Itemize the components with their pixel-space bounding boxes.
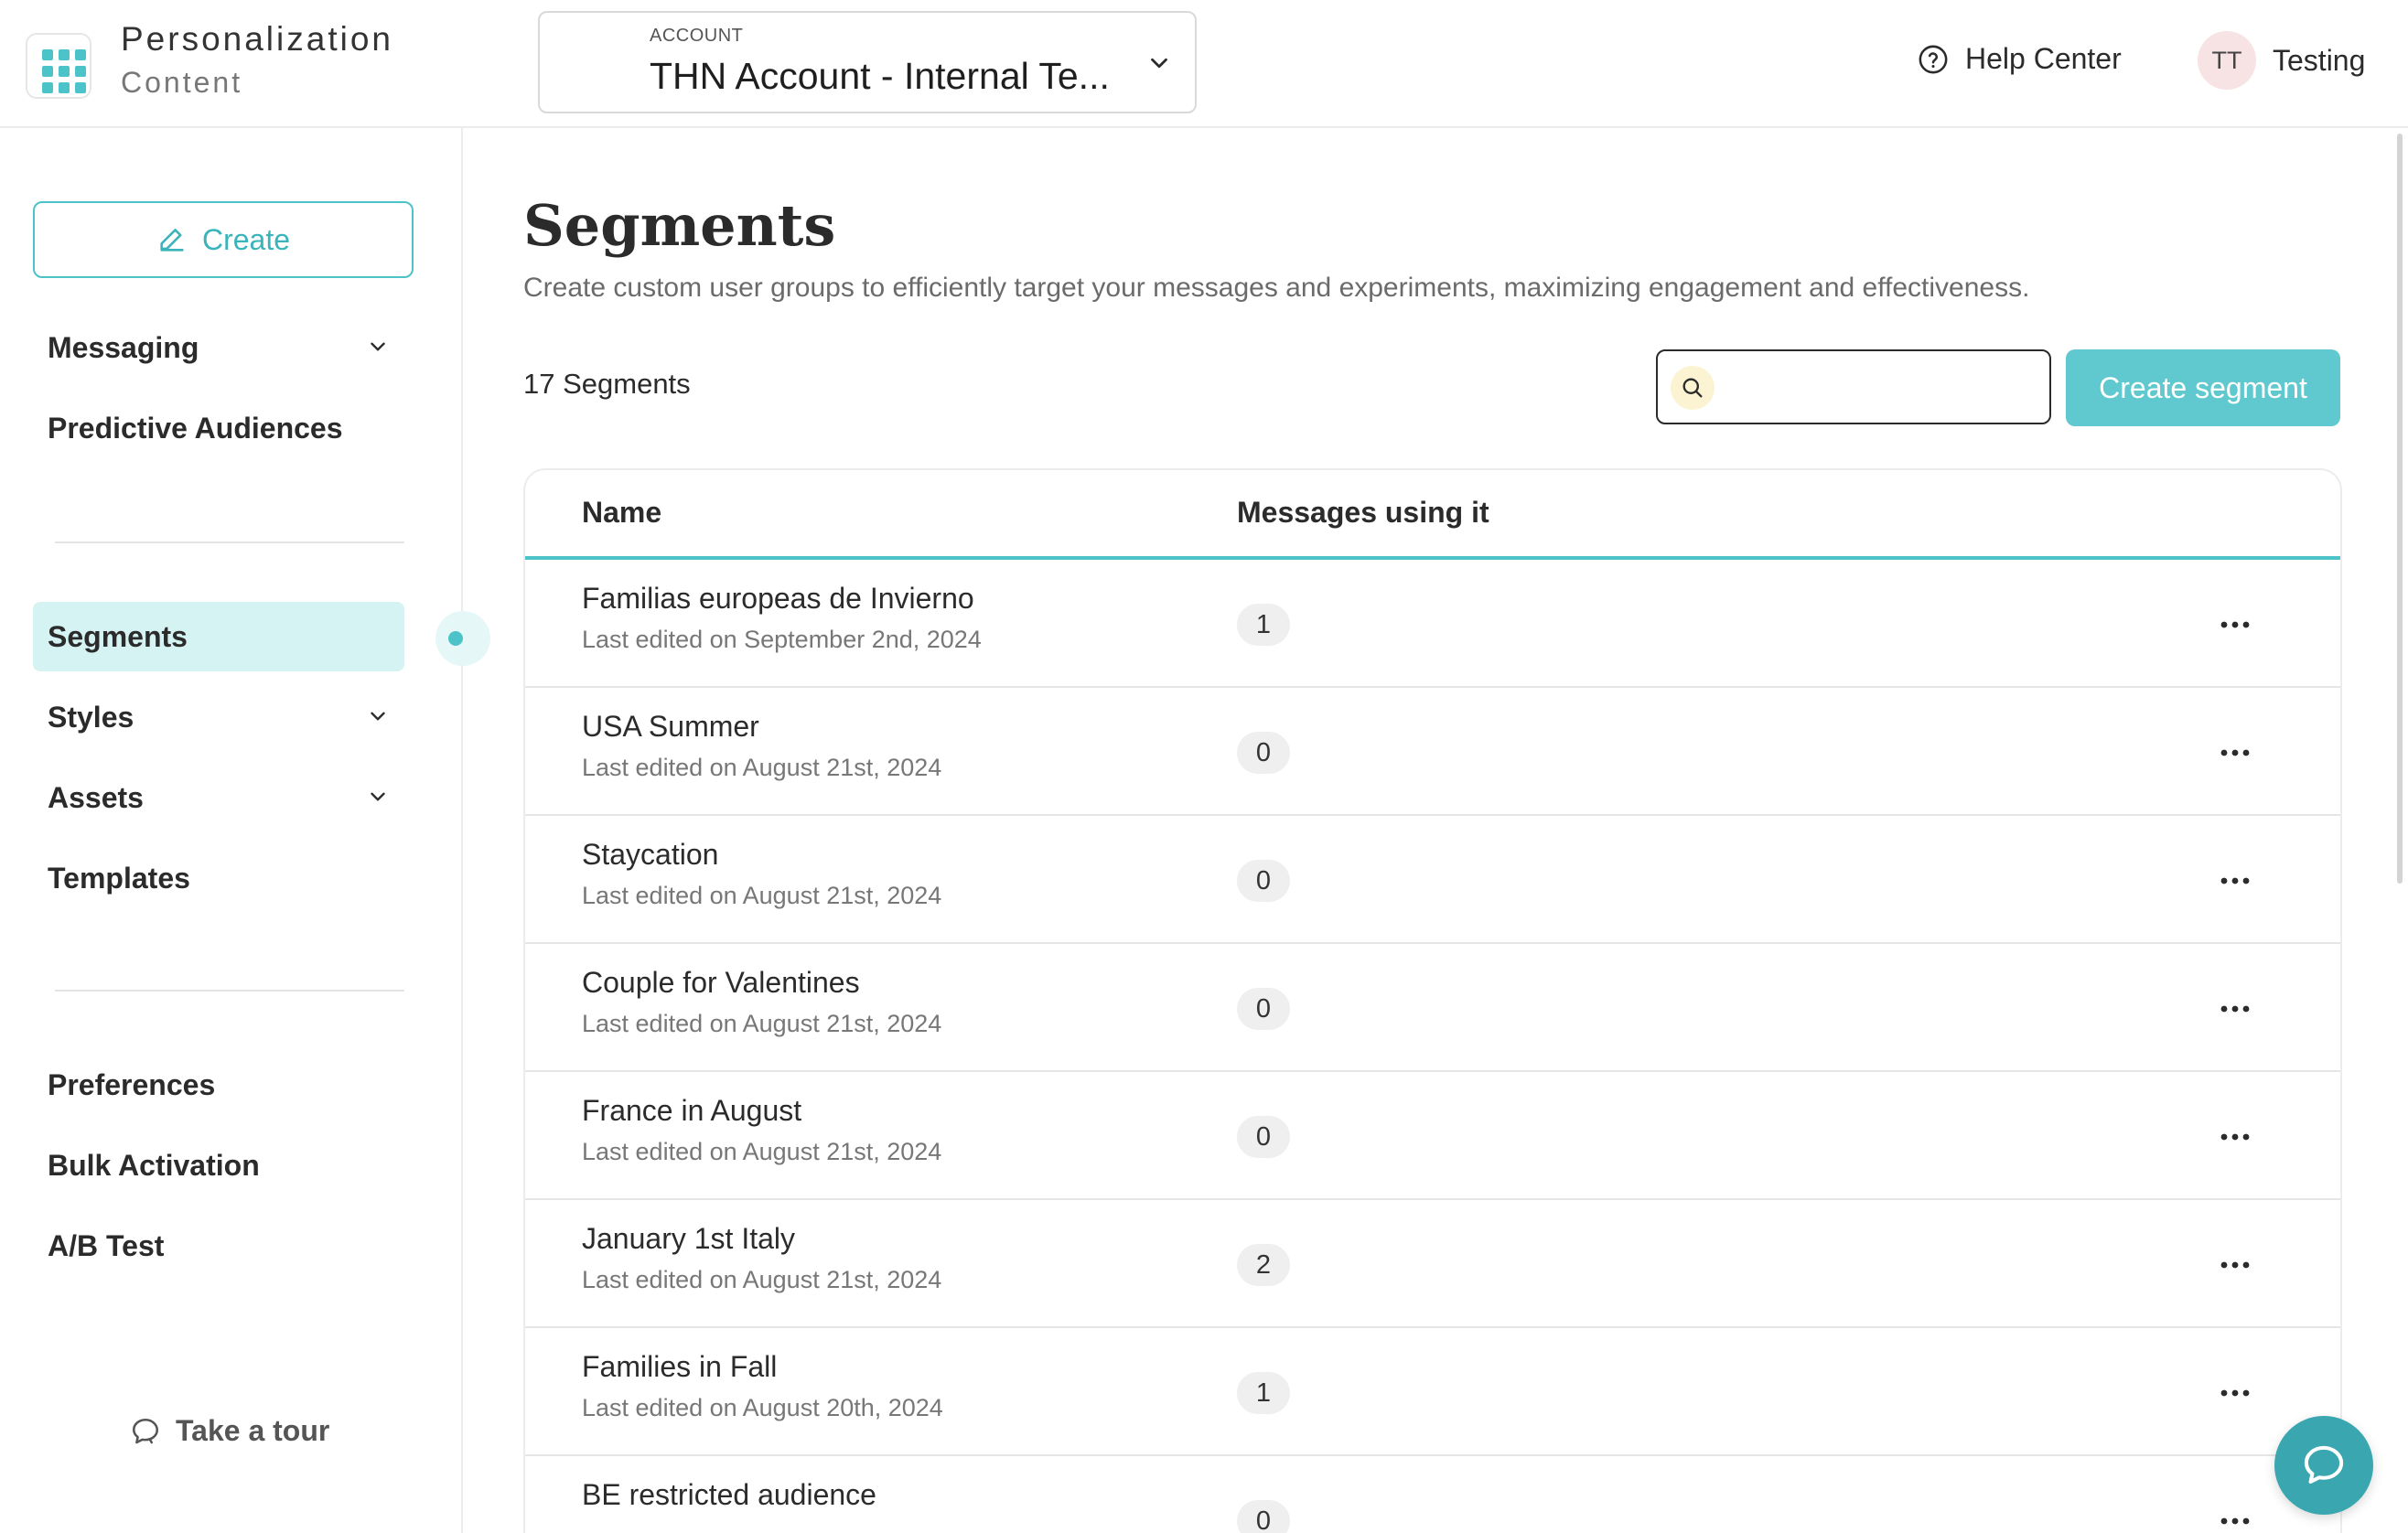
segment-name[interactable]: January 1st Italy [582,1222,795,1256]
more-horizontal-icon[interactable] [2212,867,2258,895]
sidebar-item-label: Segments [48,619,188,653]
chevron-down-icon [371,342,385,351]
table-row[interactable]: Families in Fall Last edited on August 2… [525,1328,2340,1456]
segments-table: Name Messages using it Familias europeas… [523,468,2342,1533]
message-count-badge: 0 [1237,1116,1290,1158]
create-button-label: Create [201,222,291,256]
take-a-tour-button[interactable]: Take a tour [128,1414,329,1448]
segment-edited-date: Last edited on August 21st, 2024 [582,754,942,781]
column-header-messages[interactable]: Messages using it [1237,496,1489,530]
segment-name[interactable]: Couple for Valentines [582,966,860,1000]
table-row[interactable]: France in August Last edited on August 2… [525,1072,2340,1200]
table-row[interactable]: BE restricted audience 0 [525,1456,2340,1533]
segment-edited-date: Last edited on September 2nd, 2024 [582,626,982,653]
take-a-tour-label: Take a tour [176,1414,330,1447]
app-section: Content [121,66,243,99]
table-row[interactable]: Staycation Last edited on August 21st, 2… [525,816,2340,944]
app-name: Personalization [121,20,393,58]
help-circle-icon [1919,45,1948,73]
chat-button[interactable] [2274,1416,2373,1515]
sidebar-item-ab-test[interactable]: A/B Test [33,1211,404,1281]
sidebar-item-label: Predictive Audiences [48,411,343,445]
table-header: Name Messages using it [525,470,2340,560]
sidebar-item-label: Bulk Activation [48,1148,260,1182]
chevron-down-icon [371,712,385,721]
table-row[interactable]: USA Summer Last edited on August 21st, 2… [525,688,2340,816]
sidebar-divider [55,541,404,543]
segment-name[interactable]: Staycation [582,838,718,872]
segment-edited-date: Last edited on August 21st, 2024 [582,1138,942,1165]
segment-edited-date: Last edited on August 21st, 2024 [582,1266,942,1293]
sidebar: Create Messaging Predictive Audiences Se… [0,128,463,1533]
main-content: Segments Create custom user groups to ef… [463,128,2408,1533]
sidebar-item-styles[interactable]: Styles [33,682,404,752]
tour-bubble-icon [132,1418,159,1443]
message-count-badge: 1 [1237,1372,1290,1414]
user-name: Testing [2273,43,2366,77]
sidebar-item-messaging[interactable]: Messaging [33,313,404,382]
message-count-badge: 1 [1237,604,1290,646]
page-title: Segments [523,192,836,259]
sidebar-item-preferences[interactable]: Preferences [33,1050,404,1120]
pencil-icon [160,229,184,252]
sidebar-item-label: Styles [48,700,134,734]
segment-name[interactable]: France in August [582,1094,801,1128]
segment-name[interactable]: Familias europeas de Invierno [582,582,974,616]
message-count-badge: 0 [1237,1500,1290,1533]
search-icon [1671,366,1715,410]
search-box[interactable] [1656,349,2051,424]
sidebar-item-label: Preferences [48,1067,216,1101]
column-header-name[interactable]: Name [582,496,661,530]
sidebar-item-assets[interactable]: Assets [33,763,404,832]
more-horizontal-icon[interactable] [2212,739,2258,766]
segment-count: 17 Segments [523,368,691,400]
more-horizontal-icon[interactable] [2212,1379,2258,1407]
account-selector[interactable]: ACCOUNT THN Account - Internal Te... [538,11,1197,113]
table-row[interactable]: January 1st Italy Last edited on August … [525,1200,2340,1328]
sidebar-item-bulk-activation[interactable]: Bulk Activation [33,1131,404,1200]
page-description: Create custom user groups to efficiently… [523,273,2030,303]
message-count-badge: 0 [1237,732,1290,774]
top-bar: Personalization Content ACCOUNT THN Acco… [0,0,2408,128]
sidebar-item-templates[interactable]: Templates [33,843,404,913]
search-input[interactable] [1724,360,2035,415]
sidebar-divider [55,990,404,992]
more-horizontal-icon[interactable] [2212,611,2258,638]
segment-edited-date: Last edited on August 21st, 2024 [582,1010,942,1037]
more-horizontal-icon[interactable] [2212,995,2258,1023]
chevron-down-icon [1151,58,1167,69]
chat-bubble-icon [2304,1445,2344,1485]
segment-name[interactable]: BE restricted audience [582,1478,876,1512]
more-horizontal-icon[interactable] [2212,1507,2258,1533]
sidebar-item-label: A/B Test [48,1228,165,1262]
more-horizontal-icon[interactable] [2212,1123,2258,1151]
account-value: THN Account - Internal Te... [650,55,1110,97]
sidebar-item-predictive-audiences[interactable]: Predictive Audiences [33,393,404,463]
message-count-badge: 0 [1237,860,1290,902]
create-button[interactable]: Create [33,201,414,278]
sidebar-item-label: Templates [48,861,190,895]
table-row[interactable]: Couple for Valentines Last edited on Aug… [525,944,2340,1072]
segment-name[interactable]: USA Summer [582,710,759,744]
message-count-badge: 2 [1237,1244,1290,1286]
table-row[interactable]: Familias europeas de Invierno Last edite… [525,560,2340,688]
help-center-label: Help Center [1965,42,2122,75]
page-scrollbar[interactable] [2397,134,2403,884]
segment-name[interactable]: Families in Fall [582,1350,777,1384]
more-horizontal-icon[interactable] [2212,1251,2258,1279]
sidebar-item-label: Messaging [48,330,199,364]
message-count-badge: 0 [1237,988,1290,1030]
help-center-link[interactable]: Help Center [1918,42,2122,76]
user-menu[interactable]: TT Testing [2198,31,2365,90]
segment-edited-date: Last edited on August 20th, 2024 [582,1394,943,1421]
sidebar-item-segments[interactable]: Segments [33,602,404,671]
segment-edited-date: Last edited on August 21st, 2024 [582,882,942,909]
avatar: TT [2198,31,2256,90]
chevron-down-icon [371,792,385,801]
sidebar-item-label: Assets [48,780,144,814]
account-label: ACCOUNT [650,26,744,46]
app-grid-icon[interactable] [26,33,91,99]
create-segment-button[interactable]: Create segment [2066,349,2340,426]
